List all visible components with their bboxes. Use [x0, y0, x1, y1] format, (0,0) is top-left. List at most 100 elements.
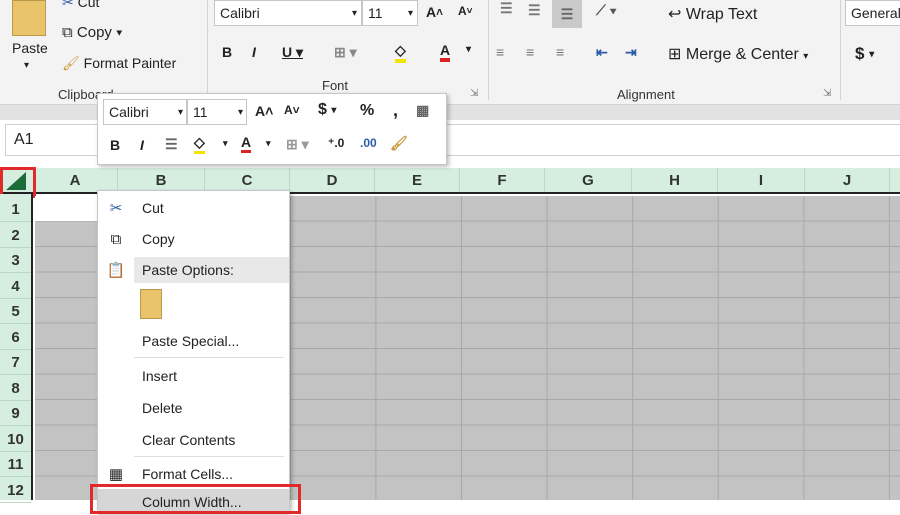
mini-format-table-icon[interactable]: ▦	[416, 102, 429, 119]
row-header[interactable]: 10	[0, 427, 31, 452]
increase-decimal-icon[interactable]: ⁺.0	[328, 136, 344, 150]
menu-item-paste-special[interactable]: Paste Special...	[98, 328, 289, 354]
mini-font-color-icon[interactable]: A	[241, 134, 252, 153]
align-left-icon[interactable]: ≡	[496, 44, 504, 60]
mini-percent-button[interactable]: %	[360, 102, 374, 120]
column-header[interactable]: I	[718, 168, 805, 192]
increase-font-icon[interactable]: A ˄	[426, 4, 443, 20]
alignment-group-label: Alignment	[617, 87, 675, 102]
fill-color-icon[interactable]: ◇	[395, 42, 406, 63]
mini-format-painter-icon[interactable]: 🖌	[390, 135, 408, 152]
copy-icon: ⧉	[62, 24, 73, 41]
row-header[interactable]: 1	[0, 197, 31, 222]
column-header[interactable]: J	[805, 168, 890, 192]
font-group-label: Font	[322, 78, 349, 93]
top-align-icon[interactable]: ☰	[500, 0, 513, 17]
orientation-icon[interactable]: ⟋ ▾	[596, 2, 617, 19]
column-header[interactable]: C	[205, 168, 290, 192]
row-header[interactable]: 8	[0, 376, 31, 401]
mini-font-name-select[interactable]: Calibri ▾	[103, 99, 187, 125]
scissors-icon: ✂	[109, 200, 123, 217]
increase-indent-icon[interactable]: ⇥	[625, 44, 637, 61]
copy-icon: ⧉	[110, 230, 122, 248]
paste-icon[interactable]	[12, 0, 46, 36]
mini-fill-color-icon[interactable]: ◇	[194, 134, 205, 154]
font-name-select[interactable]: Calibri ▾	[214, 0, 362, 26]
column-header[interactable]: F	[460, 168, 545, 192]
menu-item-paste-options: 📋 Paste Options:	[98, 257, 289, 283]
paste-option-icon[interactable]	[140, 289, 162, 319]
paste-icon: 📋	[106, 262, 126, 279]
bottom-align-icon[interactable]: ☰	[552, 0, 582, 28]
cut-button[interactable]: ✂ Cut	[62, 0, 99, 11]
menu-divider	[134, 357, 284, 358]
row-header[interactable]: 4	[0, 274, 31, 299]
decrease-font-icon[interactable]: A ˅	[458, 4, 473, 18]
mini-borders-icon[interactable]: ⊞ ▾	[286, 136, 309, 153]
divider	[207, 0, 208, 100]
mini-fill-dropdown-icon[interactable]: ▾	[223, 138, 228, 149]
mini-italic-icon[interactable]: I	[140, 137, 144, 153]
mini-decrease-font-icon[interactable]: A˅	[284, 103, 300, 117]
decrease-indent-icon[interactable]: ⇤	[596, 44, 608, 61]
borders-icon[interactable]: ⊞ ▾	[334, 44, 357, 61]
copy-button[interactable]: ⧉ Copy ▾	[62, 24, 122, 41]
mini-comma-button[interactable]: ,	[393, 100, 398, 121]
column-width-highlight	[90, 484, 301, 514]
row-header[interactable]: 3	[0, 248, 31, 273]
menu-item-delete[interactable]: Delete	[98, 395, 289, 421]
row-header[interactable]: 7	[0, 350, 31, 375]
font-color-icon[interactable]: A	[440, 42, 451, 62]
mini-increase-font-icon[interactable]: A˄	[255, 103, 273, 119]
wrap-text-button[interactable]: ↩ Wrap Text	[668, 4, 757, 24]
font-size-select[interactable]: 11 ▾	[362, 0, 418, 26]
font-dialog-launcher-icon[interactable]: ⇲	[470, 88, 478, 99]
paste-dropdown-icon[interactable]: ▾	[24, 60, 29, 71]
decrease-decimal-icon[interactable]: .00	[360, 136, 377, 150]
menu-item-copy[interactable]: ⧉ Copy	[98, 226, 289, 252]
number-format-select[interactable]: General	[845, 0, 900, 26]
column-header[interactable]: B	[118, 168, 205, 192]
menu-item-insert[interactable]: Insert	[98, 363, 289, 389]
row-header[interactable]: 2	[0, 223, 31, 248]
row-header[interactable]: 9	[0, 401, 31, 426]
align-center-icon[interactable]: ≡	[526, 44, 534, 60]
divider	[488, 0, 489, 100]
scissors-icon: ✂	[62, 0, 74, 10]
format-cells-icon: ▦	[108, 466, 124, 483]
mini-font-size-select[interactable]: 11 ▾	[187, 99, 247, 125]
font-color-dropdown-icon[interactable]: ▾	[466, 44, 471, 55]
row-headers: 1 2 3 4 5 6 7 8 9 10 11 12	[0, 194, 33, 503]
column-header[interactable]: E	[375, 168, 460, 192]
ribbon: Paste ▾ ✂ Cut ⧉ Copy ▾ 🖌 Format Painter …	[0, 0, 900, 105]
mini-center-icon[interactable]: ☰	[165, 136, 178, 153]
wrap-icon: ↩	[668, 6, 682, 23]
menu-item-cut[interactable]: ✂ Cut	[98, 195, 289, 221]
align-right-icon[interactable]: ≡	[556, 44, 564, 60]
menu-item-clear-contents[interactable]: Clear Contents	[98, 427, 289, 453]
column-header[interactable]: H	[632, 168, 718, 192]
column-header[interactable]: G	[545, 168, 632, 192]
mini-currency-button[interactable]: $ ▾	[318, 101, 336, 119]
row-header[interactable]: 5	[0, 299, 31, 324]
row-header[interactable]: 12	[0, 478, 31, 503]
format-painter-button[interactable]: 🖌 Format Painter	[62, 55, 176, 72]
merge-icon: ⊞	[668, 46, 682, 63]
middle-align-icon[interactable]: ☰	[528, 2, 541, 19]
row-header[interactable]: 11	[0, 452, 31, 477]
mini-font-color-dropdown-icon[interactable]: ▾	[266, 138, 271, 149]
italic-icon[interactable]: I	[252, 44, 256, 60]
paste-button[interactable]: Paste	[12, 40, 48, 56]
column-header[interactable]: D	[290, 168, 375, 192]
row-header[interactable]: 6	[0, 325, 31, 350]
column-header[interactable]: A	[33, 168, 118, 192]
currency-button[interactable]: $ ▾	[855, 44, 874, 64]
alignment-dialog-launcher-icon[interactable]: ⇲	[823, 88, 831, 99]
context-menu: ✂ Cut ⧉ Copy 📋 Paste Options: Paste Special…	[97, 190, 290, 515]
underline-icon[interactable]: U ▾	[282, 44, 303, 61]
divider	[840, 0, 841, 100]
mini-bold-icon[interactable]: B	[110, 137, 120, 153]
merge-center-button[interactable]: ⊞ Merge & Center ▾	[668, 44, 808, 64]
mini-toolbar: Calibri ▾ 11 ▾ A˄ A˅ $ ▾ % , ▦ B I ☰ ◇ ▾ A…	[97, 93, 447, 165]
bold-icon[interactable]: B	[222, 44, 232, 60]
